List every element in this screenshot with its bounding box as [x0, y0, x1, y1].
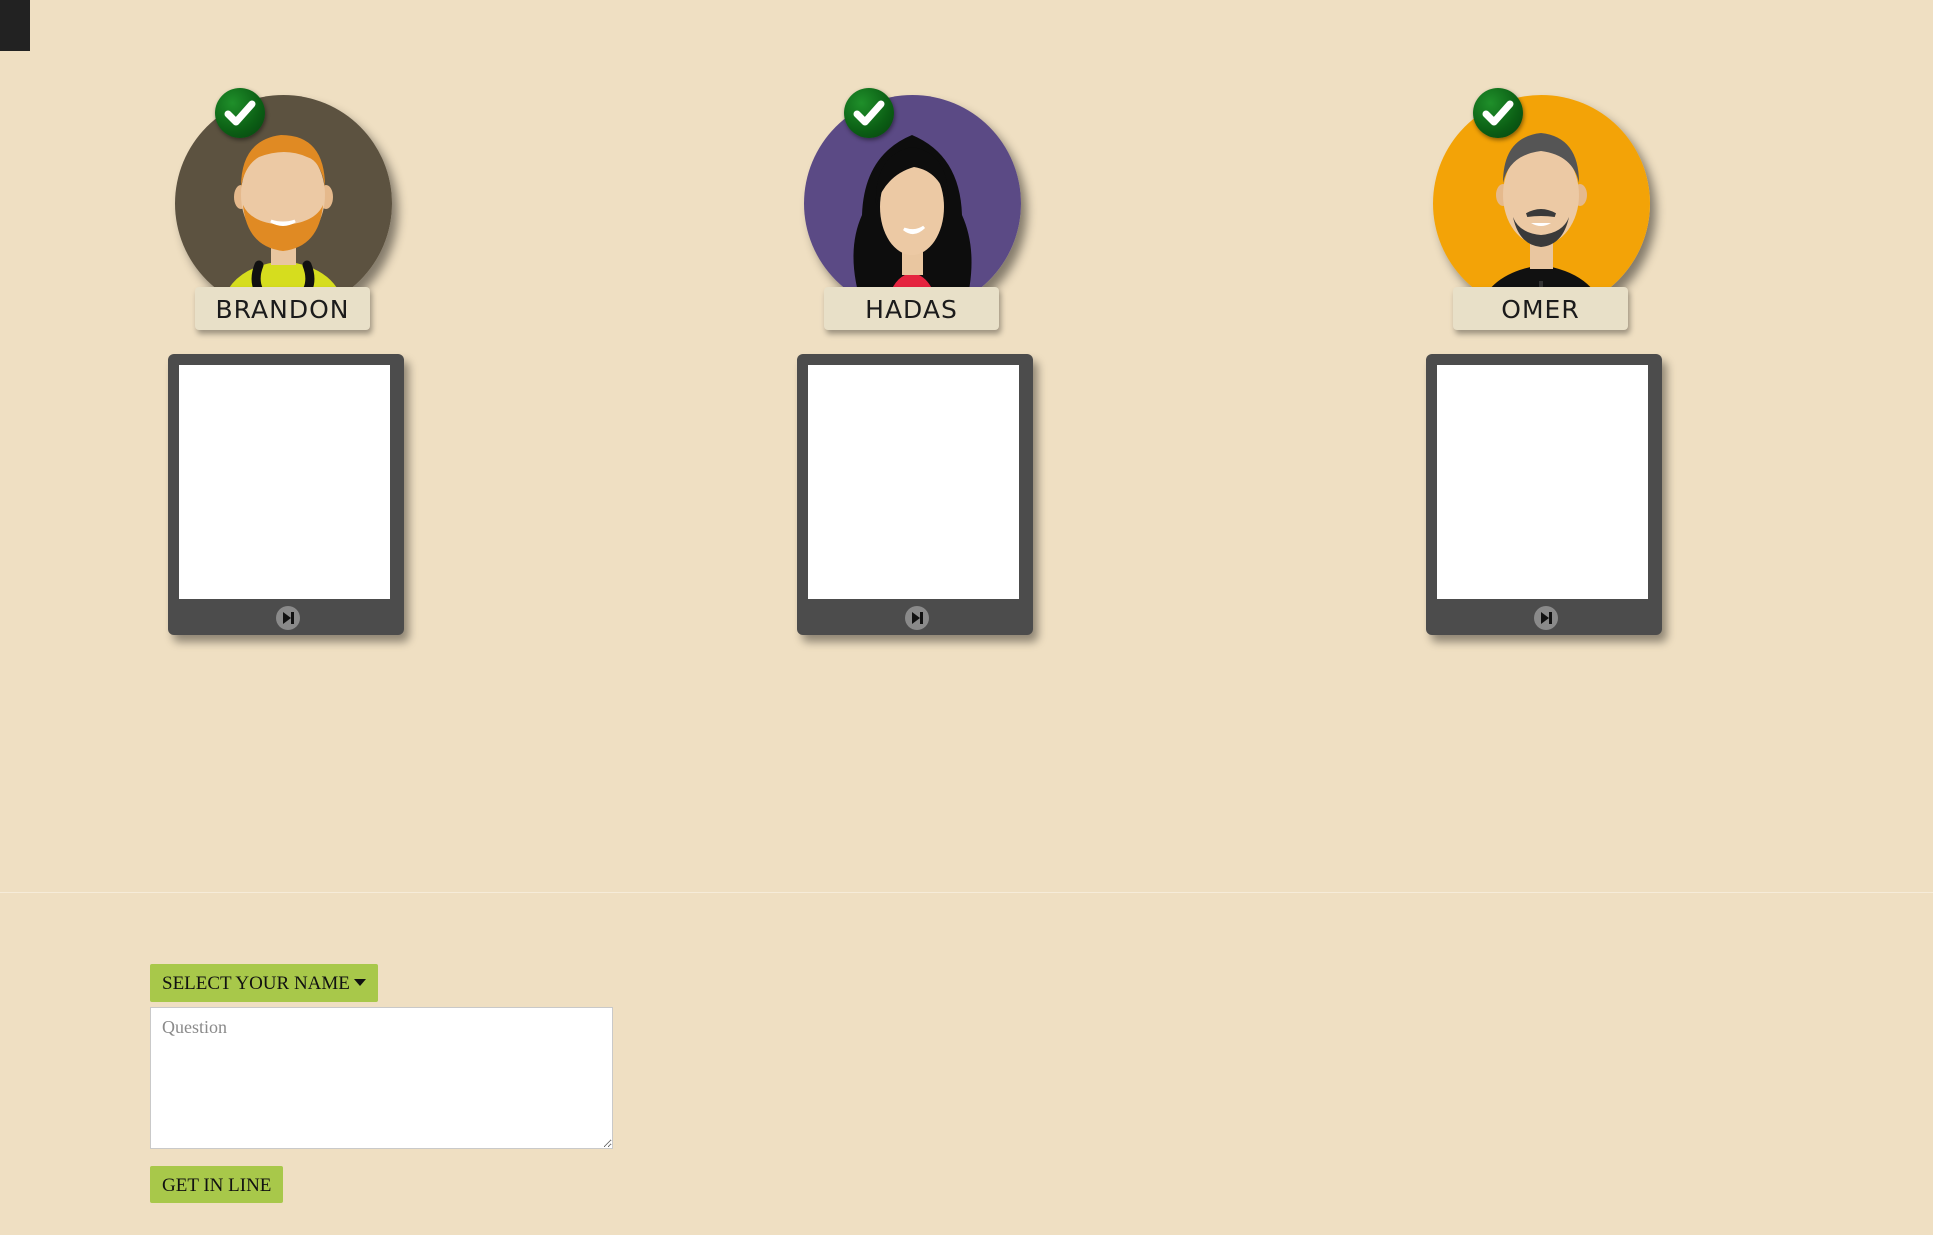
agent-avatar-hadas	[804, 95, 1021, 312]
agent-name: BRANDON	[195, 287, 370, 330]
agent-tablet	[797, 354, 1033, 635]
agent-avatar-omer	[1433, 95, 1650, 312]
agent-name: HADAS	[824, 287, 999, 330]
caret-down-icon	[353, 979, 366, 986]
check-icon	[215, 88, 265, 138]
check-icon	[844, 88, 894, 138]
question-input[interactable]	[150, 1007, 613, 1149]
agent-tablet	[168, 354, 404, 635]
skip-icon[interactable]	[905, 606, 929, 630]
agent-card-hadas: HADAS	[797, 88, 1037, 648]
agent-name: OMER	[1453, 287, 1628, 330]
check-icon	[1473, 88, 1523, 138]
tablet-screen	[1437, 365, 1648, 599]
skip-icon[interactable]	[1534, 606, 1558, 630]
section-divider	[0, 892, 1933, 893]
tablet-screen	[808, 365, 1019, 599]
agent-avatar-brandon	[175, 95, 392, 312]
tablet-screen	[179, 365, 390, 599]
agent-board: BRANDON HADAS OMER	[0, 0, 1933, 893]
get-in-line-button[interactable]: GET IN LINE	[150, 1166, 284, 1203]
select-name-dropdown[interactable]: SELECT YOUR NAME	[150, 964, 378, 1002]
skip-icon[interactable]	[276, 606, 300, 630]
agent-card-brandon: BRANDON	[168, 88, 408, 648]
agent-card-omer: OMER	[1426, 88, 1666, 648]
select-name-label: SELECT YOUR NAME	[162, 973, 350, 994]
agent-tablet	[1426, 354, 1662, 635]
